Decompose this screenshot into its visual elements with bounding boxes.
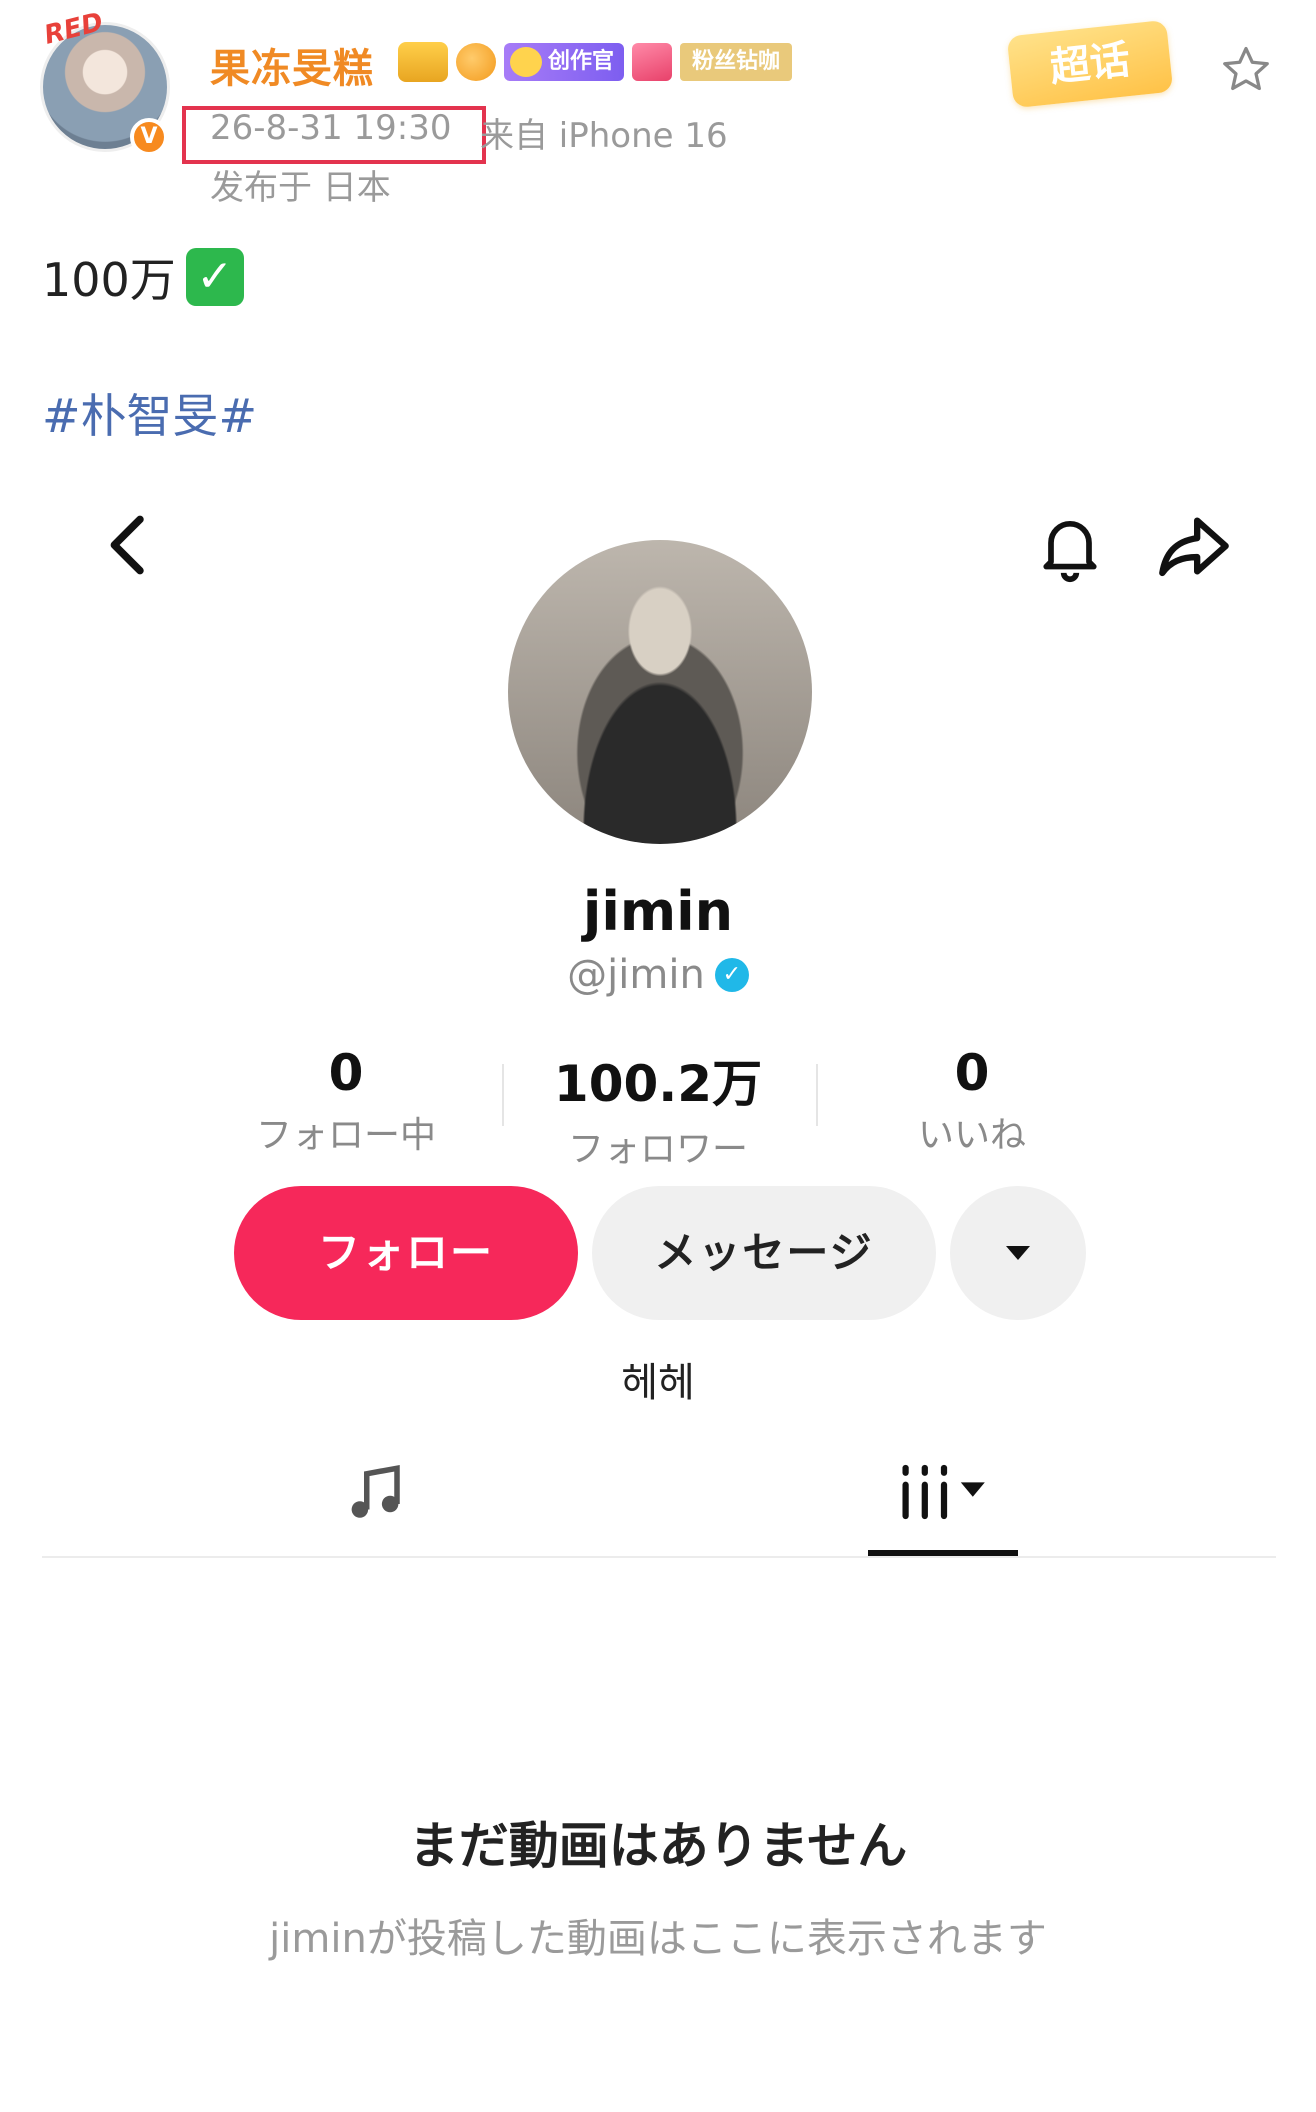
profile-name: jimin bbox=[582, 880, 734, 943]
empty-state-subtitle: jiminが投稿した動画はここに表示されます bbox=[269, 1916, 1047, 1962]
stat-divider bbox=[502, 1064, 504, 1126]
stat-label: フォロー中 bbox=[255, 1115, 436, 1156]
stat-value: 0 bbox=[328, 1044, 364, 1102]
profile-handle-row: @jimin ✓ bbox=[0, 952, 1316, 998]
author-username[interactable]: 果冻旻糕 bbox=[210, 36, 374, 94]
empty-state-title: まだ動画はありません bbox=[408, 1817, 908, 1875]
creator-icon bbox=[510, 47, 542, 77]
gem-level-icon[interactable] bbox=[632, 43, 673, 81]
fish-icon[interactable] bbox=[456, 43, 496, 81]
tab-divider bbox=[42, 1556, 1276, 1558]
crown-icon[interactable] bbox=[398, 42, 448, 82]
check-mark-icon: ✓ bbox=[185, 248, 244, 306]
post-location: 发布于 日本 bbox=[210, 168, 391, 208]
user-badges: 创作官 粉丝钻咖 bbox=[398, 42, 793, 82]
stat-divider bbox=[816, 1064, 818, 1126]
creator-badge-label: 创作官 bbox=[548, 49, 615, 74]
share-arrow-icon[interactable] bbox=[1152, 508, 1236, 584]
post-hashtag[interactable]: #朴智旻# bbox=[42, 380, 257, 446]
follow-button[interactable]: フォロー bbox=[234, 1186, 578, 1320]
stat-following[interactable]: 0 フォロー中 bbox=[236, 1044, 456, 1158]
verified-v-badge: V bbox=[130, 118, 168, 156]
verified-check-icon: ✓ bbox=[714, 958, 749, 992]
stat-likes[interactable]: 0 いいね bbox=[862, 1044, 1082, 1158]
timestamp-highlight-box bbox=[182, 106, 486, 164]
stat-value: 100.2万 bbox=[553, 1055, 763, 1113]
bell-icon[interactable] bbox=[1032, 508, 1108, 584]
music-note-icon[interactable] bbox=[342, 1460, 408, 1526]
fan-badge-label: 粉丝钻咖 bbox=[692, 49, 781, 74]
message-button[interactable]: メッセージ bbox=[592, 1186, 936, 1320]
post-text: 100万 ✓ bbox=[42, 244, 244, 310]
post-source-device: 来自 iPhone 16 bbox=[480, 116, 728, 156]
star-icon[interactable] bbox=[1218, 42, 1274, 98]
stat-value: 0 bbox=[954, 1044, 990, 1102]
supertopic-button[interactable]: 超话 bbox=[1006, 19, 1174, 109]
profile-bio: 헤헤 bbox=[621, 1360, 695, 1406]
fan-badge[interactable]: 粉丝钻咖 bbox=[680, 43, 793, 81]
post-text-content: 100万 bbox=[42, 253, 176, 307]
dropdown-caret-icon[interactable] bbox=[950, 1186, 1086, 1320]
stat-label: フォロワー bbox=[567, 1129, 748, 1170]
back-chevron-icon[interactable] bbox=[98, 510, 154, 580]
profile-handle: @jimin bbox=[567, 952, 705, 998]
grid-tab-icon[interactable] bbox=[896, 1462, 992, 1522]
profile-photo[interactable] bbox=[508, 540, 812, 844]
creator-badge[interactable]: 创作官 bbox=[504, 43, 625, 81]
stat-label: いいね bbox=[917, 1115, 1026, 1156]
stat-followers[interactable]: 100.2万 フォロワー bbox=[548, 1044, 768, 1172]
